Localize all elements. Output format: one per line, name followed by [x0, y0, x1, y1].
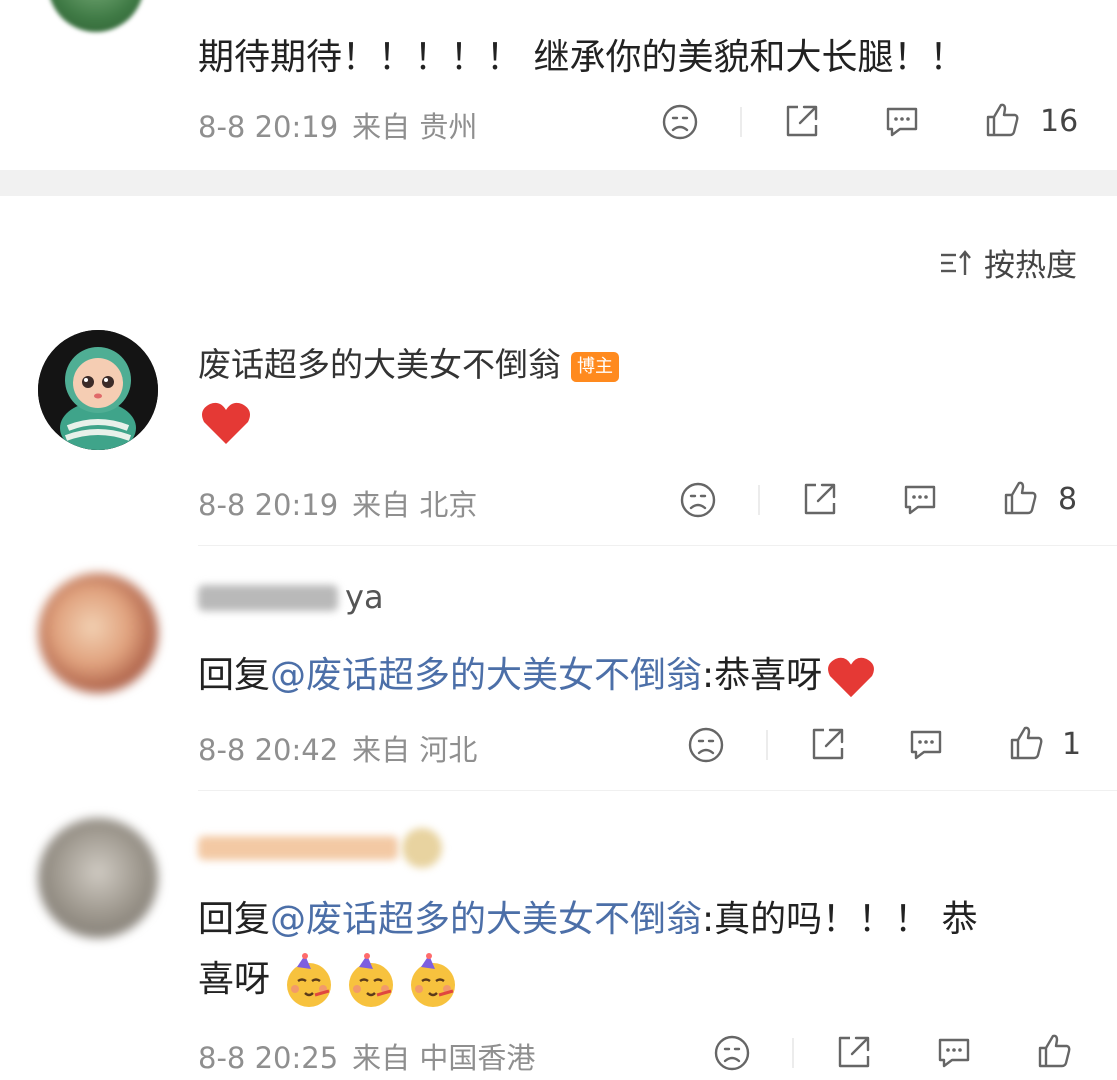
like-icon[interactable] — [1034, 1031, 1074, 1071]
comment-meta: 8-8 20:42 来自 河北 — [198, 727, 477, 769]
comment-icon[interactable] — [882, 101, 922, 141]
share-icon[interactable] — [782, 101, 822, 141]
avatar[interactable] — [48, 0, 144, 32]
tumbler-doll-image — [38, 330, 158, 450]
heart-emoji — [202, 402, 250, 444]
sort-toggle[interactable]: 按热度 — [938, 240, 1077, 285]
comment-time: 8-8 20:19 — [198, 488, 339, 522]
reply-body: :真的吗！！！ 恭 — [702, 899, 978, 940]
comment-location: 来自 中国香港 — [352, 1041, 536, 1075]
party-face-emoji — [287, 953, 332, 1007]
blurred-nickname — [198, 585, 338, 611]
like-count: 1 — [1062, 727, 1082, 762]
party-face-emoji — [411, 953, 456, 1007]
comment-time: 8-8 20:42 — [198, 733, 339, 767]
like-count: 16 — [1040, 104, 1079, 139]
like-icon[interactable] — [1000, 478, 1040, 518]
blurred-badge — [402, 828, 442, 868]
dislike-icon[interactable] — [660, 102, 700, 142]
reply-body: :恭喜呀 — [702, 655, 823, 696]
comment-time: 8-8 20:25 — [198, 1041, 339, 1075]
avatar[interactable] — [38, 818, 158, 938]
comment-meta: 8-8 20:19 来自 贵州 — [198, 104, 477, 146]
party-face-emoji — [349, 953, 394, 1007]
comment-text: 期待期待！！！！！ 继承你的美貌和大长腿！！ — [198, 37, 966, 78]
heart-emoji — [828, 657, 875, 698]
separator — [758, 485, 760, 515]
dislike-icon[interactable] — [712, 1033, 752, 1073]
avatar[interactable] — [38, 330, 158, 450]
comment-location: 来自 北京 — [352, 488, 478, 522]
share-icon[interactable] — [800, 479, 840, 519]
comment-meta: 8-8 20:25 来自 中国香港 — [198, 1035, 535, 1077]
comment-icon[interactable] — [934, 1032, 974, 1072]
comment-divider — [198, 545, 1117, 546]
comment-meta: 8-8 20:19 来自 北京 — [198, 482, 477, 524]
comment-icon[interactable] — [900, 479, 940, 519]
separator — [792, 1038, 794, 1068]
like-icon[interactable] — [1006, 723, 1046, 763]
mention-link[interactable]: @废话超多的大美女不倒翁 — [270, 655, 702, 696]
sort-icon — [941, 249, 971, 275]
share-icon[interactable] — [834, 1032, 874, 1072]
separator — [766, 730, 768, 760]
comment-text: 回复@废话超多的大美女不倒翁:真的吗！！！ 恭 — [198, 890, 978, 942]
reply-body: 喜呀 — [198, 959, 271, 1000]
comment-location: 来自 贵州 — [352, 110, 478, 144]
separator — [740, 107, 742, 137]
avatar[interactable] — [38, 573, 158, 693]
comment-icon[interactable] — [906, 724, 946, 764]
comment-divider — [198, 790, 1117, 791]
comment-text: 回复@废话超多的大美女不倒翁:恭喜呀 — [198, 646, 876, 699]
nickname-suffix: ya — [345, 578, 384, 616]
comment-time: 8-8 20:19 — [198, 110, 339, 144]
mention-link[interactable]: @废话超多的大美女不倒翁 — [270, 899, 702, 940]
share-icon[interactable] — [808, 724, 848, 764]
nickname-text: 废话超多的大美女不倒翁 — [198, 345, 561, 384]
dislike-icon[interactable] — [678, 480, 718, 520]
section-divider — [0, 170, 1117, 196]
like-icon[interactable] — [982, 100, 1022, 140]
comment-text-line2: 喜呀 — [198, 950, 467, 1009]
sort-label: 按热度 — [984, 248, 1077, 284]
reply-prefix: 回复 — [198, 899, 271, 940]
blurred-nickname — [198, 836, 398, 860]
blogger-badge: 博主 — [571, 351, 619, 382]
blogger-nickname[interactable]: 废话超多的大美女不倒翁 博主 — [198, 338, 619, 386]
like-count: 8 — [1058, 482, 1078, 517]
dislike-icon[interactable] — [686, 725, 726, 765]
reply-prefix: 回复 — [198, 655, 271, 696]
comment-location: 来自 河北 — [352, 733, 478, 767]
